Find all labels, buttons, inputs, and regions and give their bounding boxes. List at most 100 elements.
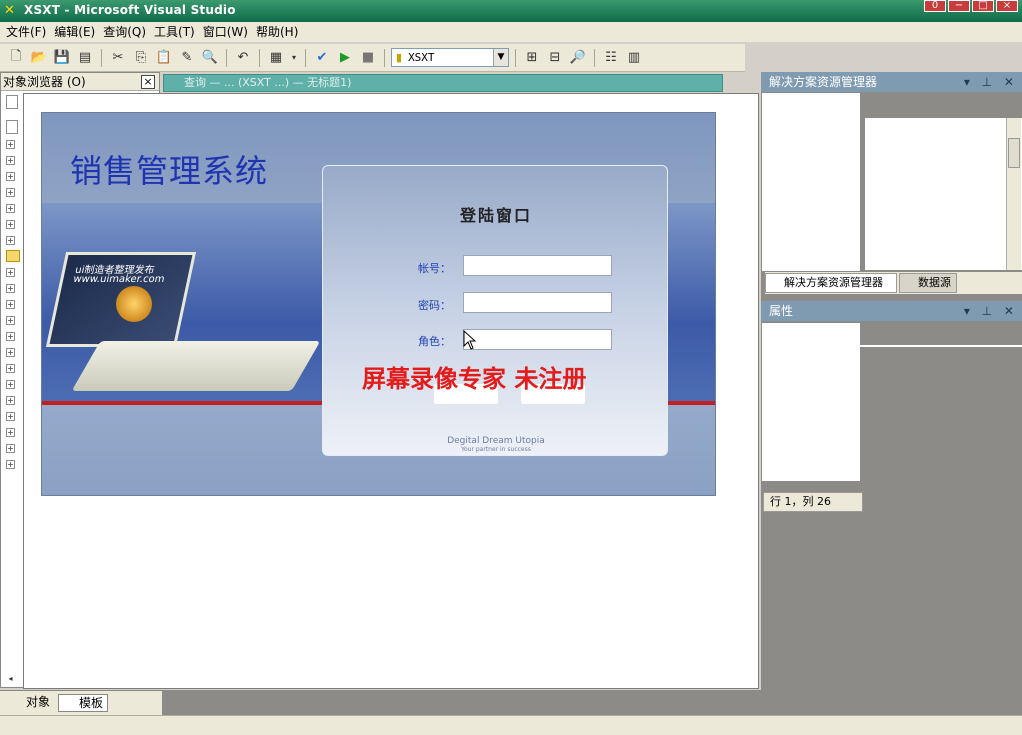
save-icon[interactable]: 💾 (52, 48, 72, 68)
tree-expand-icon[interactable]: + (6, 140, 15, 149)
pane-controls[interactable]: ▾ ⊥ ✕ (964, 301, 1018, 321)
tree-expand-icon[interactable]: + (6, 188, 15, 197)
scroll-thumb[interactable] (1008, 138, 1020, 168)
menu-help[interactable]: 帮助(H) (254, 23, 304, 41)
system-name: 销售管理系统 (70, 152, 269, 190)
undo-icon[interactable]: ↶ (233, 48, 253, 68)
tree-expand-icon[interactable]: + (6, 204, 15, 213)
tree-expand-icon[interactable]: + (6, 284, 15, 293)
toolbar-separator (305, 48, 306, 67)
toolbar-separator (384, 48, 385, 67)
menu-window[interactable]: 窗口(W) (201, 23, 254, 41)
stop-icon[interactable]: ■ (358, 48, 378, 68)
folder-icon[interactable] (6, 250, 20, 262)
recording-watermark: 屏幕录像专家 未注册 (362, 364, 587, 393)
unknown-window-button[interactable]: 0 (924, 0, 946, 12)
parse-check-icon[interactable]: ✔ (312, 48, 332, 68)
tree-expand-icon[interactable]: + (6, 316, 15, 325)
laptop-keyboard (71, 341, 321, 391)
window-controls: 0 − □ × (924, 0, 1018, 12)
table-icon[interactable]: ▥ (624, 48, 644, 68)
login-title: 登陆窗口 (459, 206, 532, 225)
footer-brand-name: Degital Dream Utopia (447, 436, 545, 446)
scroll-left-icon[interactable]: ◂ (6, 675, 15, 684)
database-combo-value: XSXT (408, 51, 435, 64)
bottom-gray-area (162, 690, 761, 715)
toolbar: 🗋 📂 💾 ▤ ✂ ⎘ 📋 ✎ 🔍 ↶ ▦ ▾ ✔ ▶ ■ ▮ XSXT ▼ ⊞… (0, 44, 745, 72)
database-icon[interactable] (6, 120, 18, 134)
chevron-down-icon[interactable]: ▾ (289, 48, 299, 68)
tree-expand-icon[interactable]: + (6, 428, 15, 437)
tree-expand-icon[interactable]: + (6, 444, 15, 453)
password-input[interactable] (463, 292, 612, 313)
results-grid-icon[interactable]: ▦ (266, 48, 286, 68)
tree-expand-icon[interactable]: + (6, 364, 15, 373)
password-label: 密码： (418, 299, 451, 312)
save-all-icon[interactable]: ▤ (75, 48, 95, 68)
tab-data-source[interactable]: 数据源 (899, 273, 957, 293)
database-combo[interactable]: ▮ XSXT ▼ (391, 48, 509, 67)
menu-tools[interactable]: 工具(T) (152, 23, 201, 41)
tab-data-source-label: 数据源 (918, 276, 951, 289)
footer-brand: Degital Dream Utopia Your partner in suc… (323, 436, 669, 453)
vertical-scrollbar[interactable] (1006, 118, 1021, 270)
tree-expand-icon[interactable]: + (6, 220, 15, 229)
tree-expand-icon[interactable]: + (6, 348, 15, 357)
edit-icon[interactable]: ✎ (177, 48, 197, 68)
minimize-button[interactable]: − (948, 0, 970, 12)
solution-explorer-title: 解决方案资源管理器 (769, 75, 878, 89)
toolbar-separator (226, 48, 227, 67)
solution-tabs: 解决方案资源管理器 数据源 (765, 272, 1022, 294)
toolbar-separator (515, 48, 516, 67)
document-tab[interactable]: 查询 — ... (XSXT ...) — 无标题1) (163, 74, 723, 92)
tree-expand-icon[interactable]: + (6, 380, 15, 389)
maximize-button[interactable]: □ (972, 0, 994, 12)
copy-icon[interactable]: ⎘ (131, 48, 151, 68)
status-bar (0, 715, 1022, 735)
close-icon[interactable]: × (141, 75, 155, 89)
tab-solution-explorer[interactable]: 解决方案资源管理器 (765, 273, 897, 293)
menu-edit[interactable]: 编辑(E) (52, 23, 101, 41)
login-panel: 登陆窗口 帐号： 密码： 角色： Degital Dream Utopia Yo… (322, 165, 668, 456)
properties-icon[interactable]: ☷ (601, 48, 621, 68)
vs-logo-icon: ✕ (4, 3, 15, 18)
tab-objects[interactable]: 对象 (6, 694, 50, 712)
menu-query[interactable]: 查询(Q) (101, 23, 152, 41)
menu-file[interactable]: 文件(F) (4, 23, 52, 41)
tree-expand-icon[interactable]: + (6, 172, 15, 181)
tree-expand-icon[interactable]: + (6, 412, 15, 421)
execute-icon[interactable]: ▶ (335, 48, 355, 68)
solution-explorer-body[interactable] (761, 92, 861, 272)
tree-expand-icon[interactable]: + (6, 460, 15, 469)
object-search-icon[interactable]: 🔎 (568, 48, 588, 68)
close-button[interactable]: × (996, 0, 1018, 12)
display-plan-icon[interactable]: ⊞ (522, 48, 542, 68)
object-browser-tabs: 对象 模板 (0, 690, 162, 715)
mouse-cursor-icon (463, 330, 477, 350)
object-tree: + + + + + + + + + + + + + + + + + + + + … (3, 95, 21, 690)
tree-expand-icon[interactable]: + (6, 396, 15, 405)
tab-templates[interactable]: 模板 (58, 694, 109, 712)
chevron-down-icon[interactable]: ▼ (493, 49, 508, 66)
object-browser-icon[interactable]: ⊟ (545, 48, 565, 68)
window-title: XSXT - Microsoft Visual Studio (24, 3, 236, 17)
server-icon[interactable] (6, 95, 18, 109)
find-icon[interactable]: 🔍 (200, 48, 220, 68)
solution-explorer-content[interactable] (865, 118, 1022, 270)
tree-expand-icon[interactable]: + (6, 268, 15, 277)
open-folder-icon[interactable]: 📂 (29, 48, 49, 68)
cursor-position-status: 行 1，列 26 (763, 492, 863, 512)
menu-bar: 文件(F) 编辑(E) 查询(Q) 工具(T) 窗口(W) 帮助(H) (0, 22, 1022, 42)
paste-icon[interactable]: 📋 (154, 48, 174, 68)
pane-controls[interactable]: ▾ ⊥ ✕ (964, 72, 1018, 92)
laptop-illustration: ui制造者整理发布 www.uimaker.com (45, 246, 321, 396)
role-input[interactable] (463, 329, 612, 350)
new-file-icon[interactable]: 🗋 (6, 48, 26, 68)
role-label: 角色： (418, 335, 451, 348)
tree-expand-icon[interactable]: + (6, 236, 15, 245)
cut-icon[interactable]: ✂ (108, 48, 128, 68)
tree-expand-icon[interactable]: + (6, 332, 15, 341)
tree-expand-icon[interactable]: + (6, 156, 15, 165)
account-input[interactable] (463, 255, 612, 276)
tree-expand-icon[interactable]: + (6, 300, 15, 309)
